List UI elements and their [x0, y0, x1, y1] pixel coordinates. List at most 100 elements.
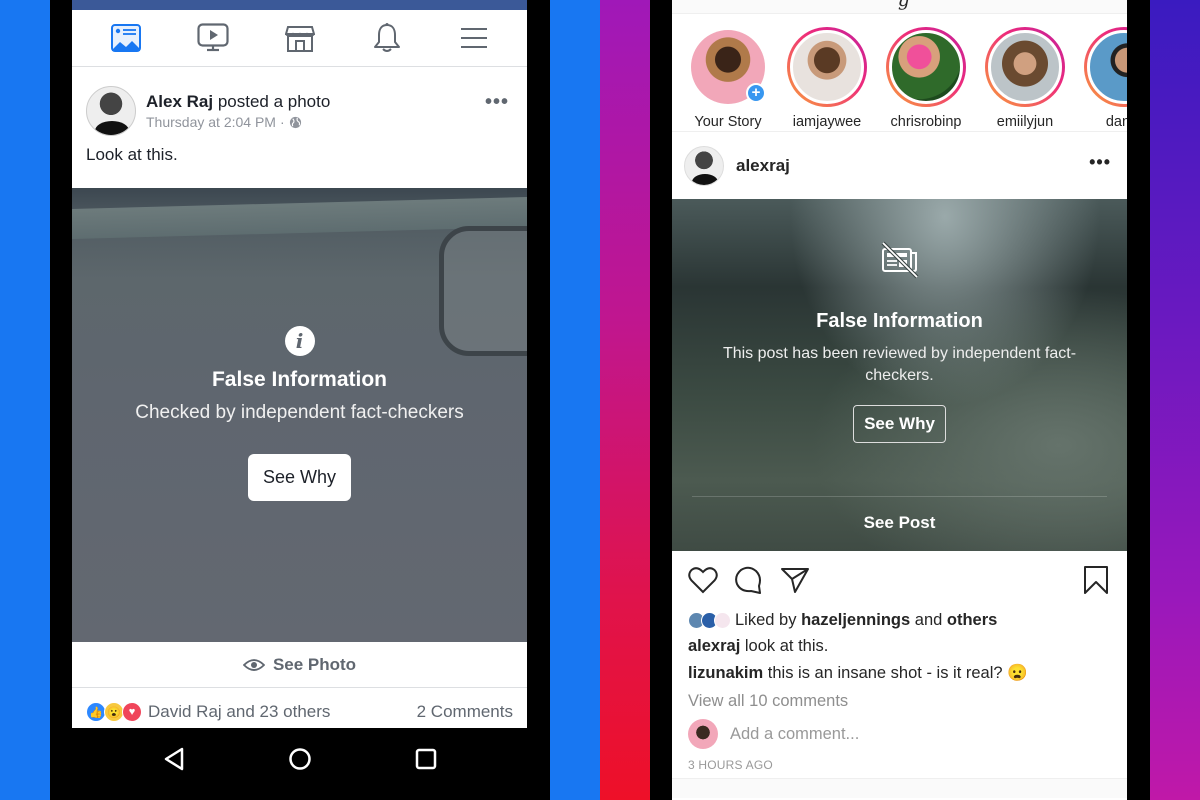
story-item[interactable]: + Your Story: [686, 27, 770, 131]
story-ring: +: [688, 27, 768, 107]
see-why-button[interactable]: See Why: [853, 405, 946, 443]
story-avatar: [988, 30, 1062, 104]
story-item[interactable]: chrisrobinp: [884, 27, 968, 131]
caption-text: look at this.: [744, 637, 829, 655]
view-all-comments-link[interactable]: View all 10 comments: [672, 686, 1127, 716]
story-name: emiilyjun: [996, 114, 1054, 130]
false-info-overlay: i False Information Checked by independe…: [72, 326, 527, 501]
back-icon[interactable]: [156, 741, 192, 777]
eye-icon: [242, 658, 265, 671]
reaction-summary[interactable]: 👍 😮 ♥ David Raj and 23 others: [86, 702, 330, 722]
story-name: iamjaywee: [792, 114, 862, 130]
next-post-edge: [672, 778, 1127, 798]
see-post-button[interactable]: See Post: [672, 513, 1127, 533]
author-line: Alex Raj posted a photo: [146, 92, 330, 112]
android-nav-bar: [50, 728, 550, 800]
post-action: posted a photo: [217, 92, 331, 111]
instagram-logo[interactable]: g: [898, 0, 910, 11]
story-item[interactable]: iamjaywee: [785, 27, 869, 131]
reaction-count[interactable]: David Raj and 23 others: [148, 702, 330, 722]
post-actions: [672, 551, 1127, 608]
instagram-screen: g + Your Story iamjaywee chrisrobinp emi…: [672, 0, 1127, 800]
add-comment-input[interactable]: [730, 724, 1030, 744]
blurred-photo: i False Information Checked by independe…: [72, 188, 527, 642]
add-story-icon[interactable]: +: [746, 83, 766, 103]
story-name: chrisrobinp: [890, 114, 962, 130]
marketplace-icon[interactable]: [283, 21, 317, 55]
more-options-button[interactable]: •••: [485, 91, 509, 114]
warning-title: False Information: [211, 368, 388, 391]
more-options-button[interactable]: •••: [1089, 152, 1111, 173]
author-block: Alex Raj posted a photo Thursday at 2:04…: [146, 92, 330, 130]
story-ring: [985, 27, 1065, 107]
current-user-avatar: [688, 719, 718, 749]
add-comment-row: [672, 716, 1127, 752]
likes-summary[interactable]: Liked by hazeljennings and others: [672, 608, 1127, 632]
likes-user[interactable]: hazeljennings: [801, 611, 910, 630]
post-header: alexraj •••: [672, 132, 1127, 199]
share-icon[interactable]: [780, 565, 810, 595]
post-text: Look at this.: [86, 145, 178, 164]
instagram-phone: g + Your Story iamjaywee chrisrobinp emi…: [650, 0, 1150, 800]
notifications-icon[interactable]: [370, 21, 404, 55]
story-avatar: [1087, 30, 1127, 104]
author-name[interactable]: Alex Raj: [146, 92, 213, 111]
comment-icon[interactable]: [734, 565, 764, 595]
post-header: Alex Raj posted a photo Thursday at 2:04…: [72, 67, 527, 143]
author-avatar[interactable]: [684, 145, 724, 186]
status-bar: [72, 0, 527, 10]
post-caption: alexraj look at this.: [672, 632, 1127, 660]
reactions-bar: 👍 😮 ♥ David Raj and 23 others 2 Comments: [72, 688, 527, 728]
story-name: danto: [1105, 114, 1127, 130]
story-item[interactable]: danto: [1082, 27, 1127, 131]
overlay-divider: [692, 496, 1107, 497]
story-item[interactable]: emiilyjun: [983, 27, 1067, 131]
see-why-button[interactable]: See Why: [247, 454, 352, 501]
meta-separator: ·: [279, 114, 285, 130]
story-ring: [886, 27, 966, 107]
warning-title: False Information: [816, 310, 983, 332]
like-reaction-icon: 👍: [86, 702, 106, 722]
instagram-background-edge: [1150, 0, 1200, 800]
caption-user[interactable]: alexraj: [688, 637, 740, 655]
likes-others[interactable]: others: [947, 611, 997, 630]
facebook-screen: Alex Raj posted a photo Thursday at 2:04…: [72, 0, 527, 728]
comment-user[interactable]: lizunakim: [688, 664, 763, 682]
globe-icon: [289, 116, 301, 128]
story-avatar: [790, 30, 864, 104]
info-icon: i: [284, 326, 315, 356]
liker-avatars: [688, 611, 731, 629]
like-heart-icon[interactable]: [688, 565, 718, 595]
story-avatar: [889, 30, 963, 104]
story-ring: [787, 27, 867, 107]
post-timestamp[interactable]: Thursday at 2:04 PM: [146, 114, 276, 130]
post-meta: Thursday at 2:04 PM ·: [146, 114, 330, 130]
comment-count[interactable]: 2 Comments: [417, 702, 513, 722]
see-photo-button[interactable]: See Photo: [72, 642, 527, 688]
love-reaction-icon: ♥: [122, 702, 142, 722]
story-name: Your Story: [694, 114, 762, 130]
likes-joiner: and: [914, 610, 943, 629]
home-icon[interactable]: [282, 741, 318, 777]
post-time-ago: 3 HOURS AGO: [688, 758, 773, 772]
wow-reaction-icon: 😮: [104, 702, 124, 722]
blurred-post-media: False Information This post has been rev…: [672, 199, 1127, 551]
recents-icon[interactable]: [408, 741, 444, 777]
news-feed-icon[interactable]: [109, 21, 143, 55]
author-avatar[interactable]: [86, 86, 136, 136]
facebook-phone: Alex Raj posted a photo Thursday at 2:04…: [50, 0, 550, 800]
warning-subtitle: This post has been reviewed by independe…: [722, 345, 1077, 384]
see-photo-label: See Photo: [272, 654, 357, 674]
save-bookmark-icon[interactable]: [1081, 565, 1111, 595]
author-username[interactable]: alexraj: [736, 156, 790, 176]
stories-tray: + Your Story iamjaywee chrisrobinp emiil…: [672, 14, 1127, 132]
liker-avatar: [714, 611, 731, 629]
false-news-icon: [881, 241, 918, 279]
comment: lizunakim this is an insane shot - is it…: [672, 660, 1127, 686]
watch-icon[interactable]: [196, 21, 230, 55]
comment-text: this is an insane shot - is it real? 😦: [767, 664, 1028, 682]
facebook-nav-bar: [72, 10, 527, 67]
story-ring: [1084, 27, 1127, 107]
menu-icon[interactable]: [457, 21, 491, 55]
instagram-top-bar: g: [672, 0, 1127, 14]
